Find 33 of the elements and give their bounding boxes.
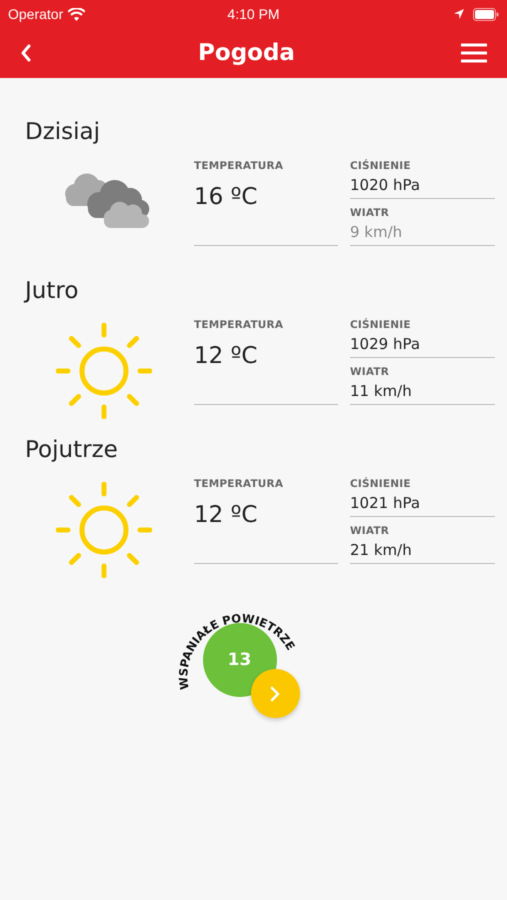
wind-field: 21 km/h	[350, 539, 495, 564]
sun-icon	[56, 323, 152, 419]
field-label: CIŚNIENIE	[350, 317, 412, 333]
location-icon	[453, 8, 465, 20]
wifi-icon	[68, 8, 86, 20]
field-label: WIATR	[350, 365, 390, 380]
field-label: TEMPERATURA	[194, 318, 284, 333]
menu-icon	[460, 43, 487, 63]
back-icon	[20, 43, 32, 63]
status-time: 4:10 PM	[227, 6, 280, 22]
wind-field: 11 km/h	[350, 380, 495, 405]
temperature-field: 12 ºC	[194, 333, 338, 405]
field-label: WIATR	[350, 524, 390, 539]
battery-icon	[473, 8, 499, 20]
temperature-field: 12 ºC	[194, 492, 338, 564]
field-label: CIŚNIENIE	[350, 158, 412, 174]
sun-icon	[56, 482, 152, 578]
field-label: TEMPERATURA	[194, 159, 284, 174]
back-button[interactable]	[20, 43, 32, 63]
field-label: CIŚNIENIE	[350, 476, 412, 492]
carrier-name: Operator	[8, 6, 64, 22]
pressure-field: 1021 hPa	[350, 492, 495, 517]
menu-button[interactable]	[460, 43, 487, 63]
page-title: Pogoda	[198, 40, 295, 66]
day-title: Dzisiaj	[25, 118, 100, 147]
field-label: TEMPERATURA	[194, 477, 284, 492]
pressure-field: 1020 hPa	[350, 174, 495, 199]
field-label: WIATR	[350, 206, 390, 221]
temperature-field: 16 ºC	[194, 174, 338, 246]
day-title: Pojutrze	[25, 436, 118, 465]
day-title: Jutro	[25, 277, 78, 306]
pressure-field: 1029 hPa	[350, 333, 495, 358]
wind-field: 9 km/h	[350, 221, 495, 246]
